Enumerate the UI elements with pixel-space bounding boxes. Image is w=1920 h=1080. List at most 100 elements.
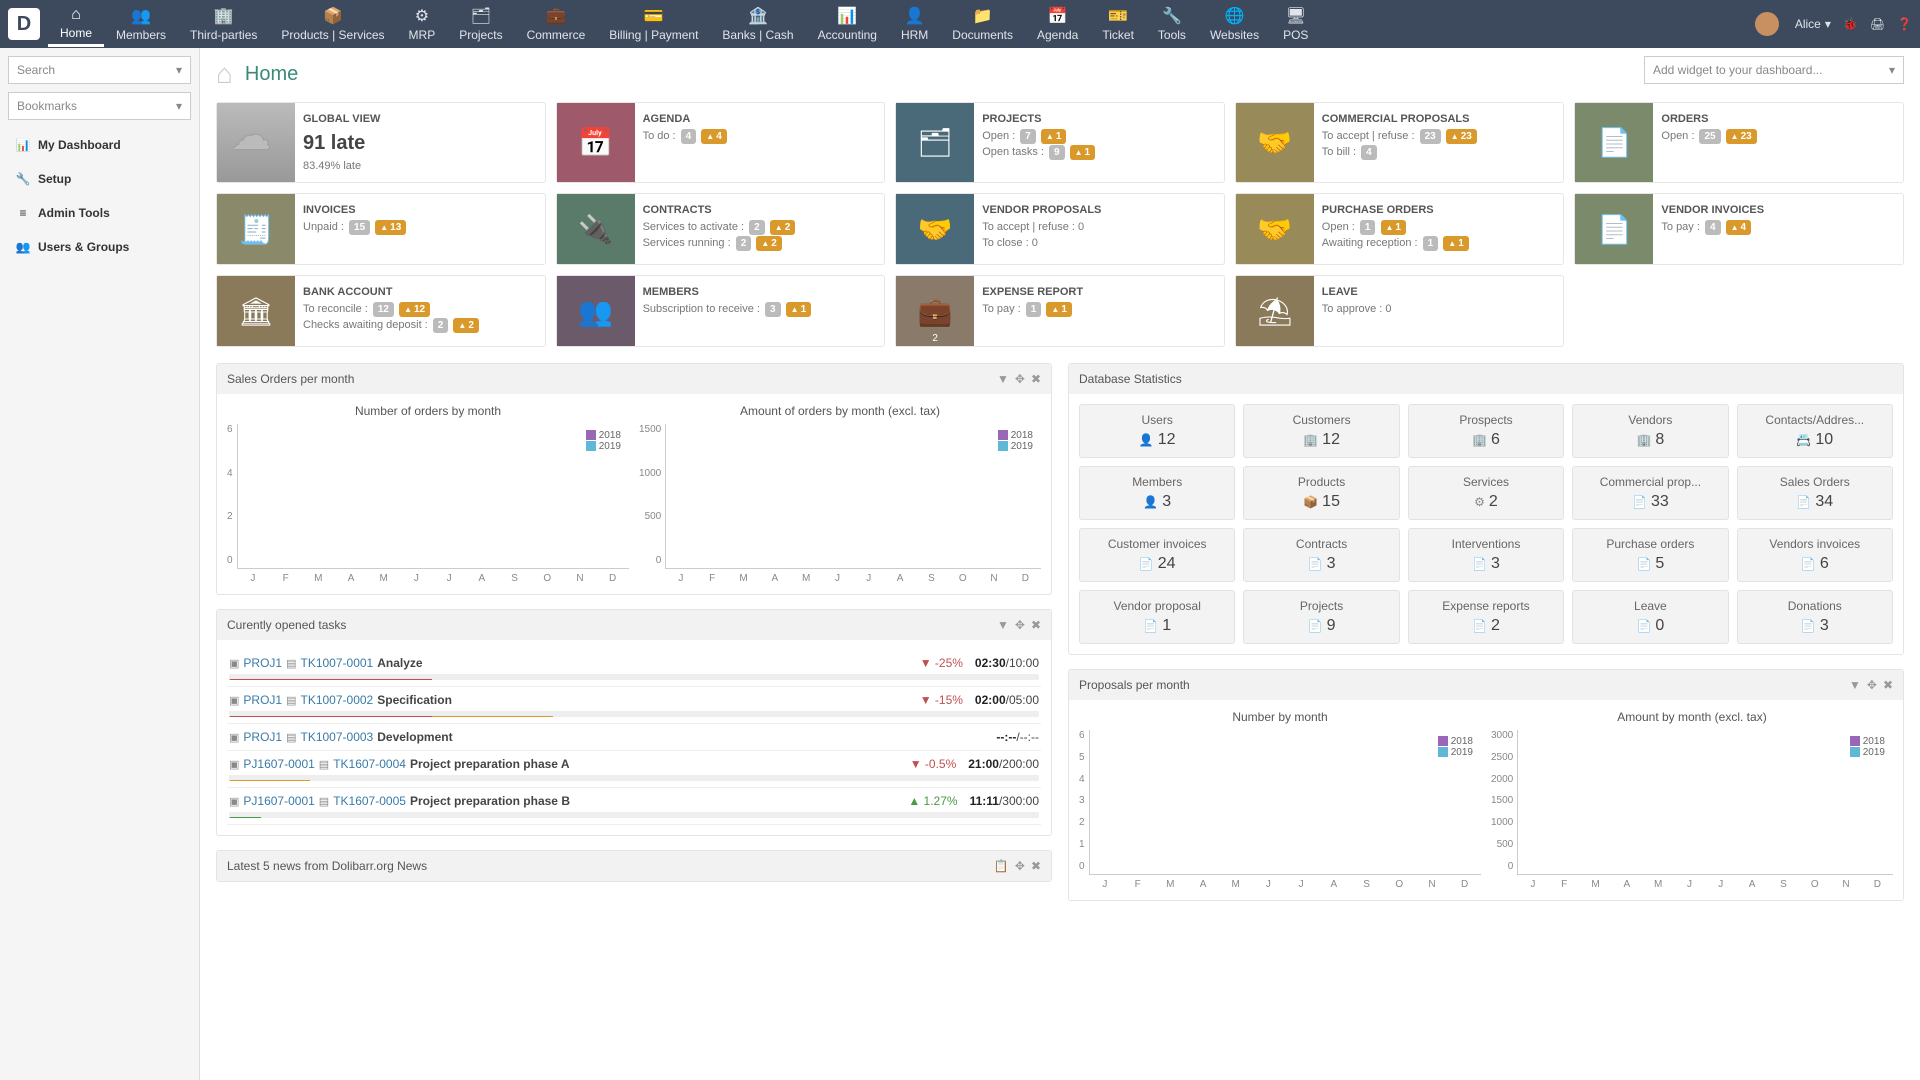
avatar[interactable] xyxy=(1755,12,1779,36)
nav-icon: ⚙ xyxy=(409,6,436,26)
nav-commerce[interactable]: 💼Commerce xyxy=(515,2,598,47)
kpi-inv[interactable]: 🧾INVOICESUnpaid : 15 13 xyxy=(216,193,546,265)
stat-commercial-prop-[interactable]: Commercial prop...📄33 xyxy=(1572,466,1728,520)
close-icon[interactable]: ✖ xyxy=(1883,678,1893,692)
progress-bar xyxy=(229,711,1039,717)
stat-products[interactable]: Products📦15 xyxy=(1243,466,1399,520)
task-row[interactable]: ▣PROJ1▤TK1007-0003Development--:--/--:-- xyxy=(227,724,1041,751)
nav-documents[interactable]: 📁Documents xyxy=(940,2,1025,47)
task-project[interactable]: PJ1607-0001 xyxy=(243,794,314,808)
help-icon[interactable]: ❓ xyxy=(1897,17,1912,31)
stat-contracts[interactable]: Contracts📄3 xyxy=(1243,528,1399,582)
sidebar-users-groups[interactable]: 👥Users & Groups xyxy=(8,230,191,264)
task-row[interactable]: ▣PROJ1▤TK1007-0002Specification▼ -15%02:… xyxy=(227,687,1041,724)
task-code[interactable]: TK1607-0004 xyxy=(333,757,406,771)
kpi-po[interactable]: 🤝PURCHASE ORDERSOpen : 1 1Awaiting recep… xyxy=(1235,193,1565,265)
stat-prospects[interactable]: Prospects🏢6 xyxy=(1408,404,1564,458)
move-icon[interactable]: ✥ xyxy=(1015,372,1025,386)
task-code[interactable]: TK1607-0005 xyxy=(333,794,406,808)
stat-leave[interactable]: Leave📄0 xyxy=(1572,590,1728,644)
stat-users[interactable]: Users👤12 xyxy=(1079,404,1235,458)
bookmarks-select[interactable]: Bookmarks xyxy=(8,92,191,120)
stat-vendors-invoices[interactable]: Vendors invoices📄6 xyxy=(1737,528,1893,582)
kpi-mem[interactable]: 👥MEMBERSSubscription to receive : 3 1 xyxy=(556,275,886,347)
nav-ticket[interactable]: 🎫Ticket xyxy=(1090,2,1146,47)
stat-customers[interactable]: Customers🏢12 xyxy=(1243,404,1399,458)
panel-title: Curently opened tasks xyxy=(227,618,346,632)
task-row[interactable]: ▣PJ1607-0001▤TK1607-0005Project preparat… xyxy=(227,788,1041,825)
nav-members[interactable]: 👥Members xyxy=(104,2,178,47)
close-icon[interactable]: ✖ xyxy=(1031,859,1041,873)
stat-contacts-addres-[interactable]: Contacts/Addres...📇10 xyxy=(1737,404,1893,458)
kpi-exp[interactable]: 💼2EXPENSE REPORTTo pay : 1 1 xyxy=(895,275,1225,347)
print-icon[interactable]: 🖨 xyxy=(1870,17,1885,31)
user-menu[interactable]: Alice xyxy=(1795,17,1831,31)
nav-products-services[interactable]: 📦Products | Services xyxy=(269,2,396,47)
kpi-projects[interactable]: 🗂PROJECTSOpen : 7 1Open tasks : 9 1 xyxy=(895,102,1225,183)
kpi-leave[interactable]: ⛱LEAVETo approve : 0 xyxy=(1235,275,1565,347)
kpi-vinv[interactable]: 📄VENDOR INVOICESTo pay : 4 4 xyxy=(1574,193,1904,265)
stat-interventions[interactable]: Interventions📄3 xyxy=(1408,528,1564,582)
nav-tools[interactable]: 🔧Tools xyxy=(1146,2,1198,47)
task-code[interactable]: TK1007-0002 xyxy=(301,693,374,707)
sidebar-my-dashboard[interactable]: 📊My Dashboard xyxy=(8,128,191,162)
task-pct: ▼ -25% xyxy=(920,656,963,670)
kpi-vprop[interactable]: 🤝VENDOR PROPOSALSTo accept | refuse : 0T… xyxy=(895,193,1225,265)
nav-pos[interactable]: 🖥POS xyxy=(1271,2,1320,47)
task-project[interactable]: PROJ1 xyxy=(243,693,282,707)
kpi-global[interactable]: GLOBAL VIEW91 late83.49% late xyxy=(216,102,546,183)
nav-accounting[interactable]: 📊Accounting xyxy=(806,2,889,47)
task-project[interactable]: PJ1607-0001 xyxy=(243,757,314,771)
stat-purchase-orders[interactable]: Purchase orders📄5 xyxy=(1572,528,1728,582)
filter-icon[interactable]: ▼ xyxy=(1849,678,1861,692)
kpi-bank[interactable]: 🏛BANK ACCOUNTTo reconcile : 12 12Checks … xyxy=(216,275,546,347)
close-icon[interactable]: ✖ xyxy=(1031,618,1041,632)
nav-websites[interactable]: 🌐Websites xyxy=(1198,2,1271,47)
kpi-cprop[interactable]: 🤝COMMERCIAL PROPOSALSTo accept | refuse … xyxy=(1235,102,1565,183)
kpi-agenda[interactable]: 📅AGENDATo do : 4 4 xyxy=(556,102,886,183)
nav-home[interactable]: ⌂Home xyxy=(48,2,104,47)
sidebar-admin-tools[interactable]: ≡Admin Tools xyxy=(8,196,191,230)
add-widget-select[interactable]: Add widget to your dashboard... xyxy=(1644,56,1904,84)
stat-projects[interactable]: Projects📄9 xyxy=(1243,590,1399,644)
stat-expense-reports[interactable]: Expense reports📄2 xyxy=(1408,590,1564,644)
close-icon[interactable]: ✖ xyxy=(1031,372,1041,386)
filter-icon[interactable]: ▼ xyxy=(997,372,1009,386)
app-logo[interactable]: D xyxy=(8,8,40,40)
kpi-line: Subscription to receive : 3 1 xyxy=(643,301,877,318)
task-row[interactable]: ▣PJ1607-0001▤TK1607-0004Project preparat… xyxy=(227,751,1041,788)
move-icon[interactable]: ✥ xyxy=(1867,678,1877,692)
nav-billing-payment[interactable]: 💳Billing | Payment xyxy=(597,2,710,47)
kpi-orders[interactable]: 📄ORDERSOpen : 25 23 xyxy=(1574,102,1904,183)
task-project[interactable]: PROJ1 xyxy=(243,656,282,670)
stat-customer-invoices[interactable]: Customer invoices📄24 xyxy=(1079,528,1235,582)
nav-banks-cash[interactable]: 🏦Banks | Cash xyxy=(710,2,805,47)
stat-sales-orders[interactable]: Sales Orders📄34 xyxy=(1737,466,1893,520)
nav-mrp[interactable]: ⚙MRP xyxy=(397,2,448,47)
search-input[interactable]: Search xyxy=(8,56,191,84)
nav-projects[interactable]: 🗂Projects xyxy=(447,2,514,47)
stat-donations[interactable]: Donations📄3 xyxy=(1737,590,1893,644)
stat-vendors[interactable]: Vendors🏢8 xyxy=(1572,404,1728,458)
task-row[interactable]: ▣PROJ1▤TK1007-0001Analyze▼ -25%02:30/10:… xyxy=(227,650,1041,687)
task-code[interactable]: TK1007-0001 xyxy=(301,656,374,670)
stat-members[interactable]: Members👤3 xyxy=(1079,466,1235,520)
kpi-title: ORDERS xyxy=(1661,111,1895,128)
task-project[interactable]: PROJ1 xyxy=(243,730,282,744)
nav-agenda[interactable]: 📅Agenda xyxy=(1025,2,1090,47)
nav-hrm[interactable]: 👤HRM xyxy=(889,2,940,47)
nav-label: Products | Services xyxy=(281,28,384,42)
stat-services[interactable]: Services⚙2 xyxy=(1408,466,1564,520)
nav-third-parties[interactable]: 🏢Third-parties xyxy=(178,2,269,47)
filter-icon[interactable]: ▼ xyxy=(997,618,1009,632)
task-code[interactable]: TK1007-0003 xyxy=(301,730,374,744)
stat-value: ⚙2 xyxy=(1413,493,1559,511)
move-icon[interactable]: ✥ xyxy=(1015,859,1025,873)
copy-icon[interactable]: 📋 xyxy=(994,859,1009,873)
move-icon[interactable]: ✥ xyxy=(1015,618,1025,632)
stat-label: Vendors invoices xyxy=(1742,537,1888,551)
kpi-cont[interactable]: 🔌CONTRACTSServices to activate : 2 2Serv… xyxy=(556,193,886,265)
stat-vendor-proposal[interactable]: Vendor proposal📄1 xyxy=(1079,590,1235,644)
sidebar-setup[interactable]: 🔧Setup xyxy=(8,162,191,196)
bug-icon[interactable]: 🐞 xyxy=(1843,17,1858,31)
